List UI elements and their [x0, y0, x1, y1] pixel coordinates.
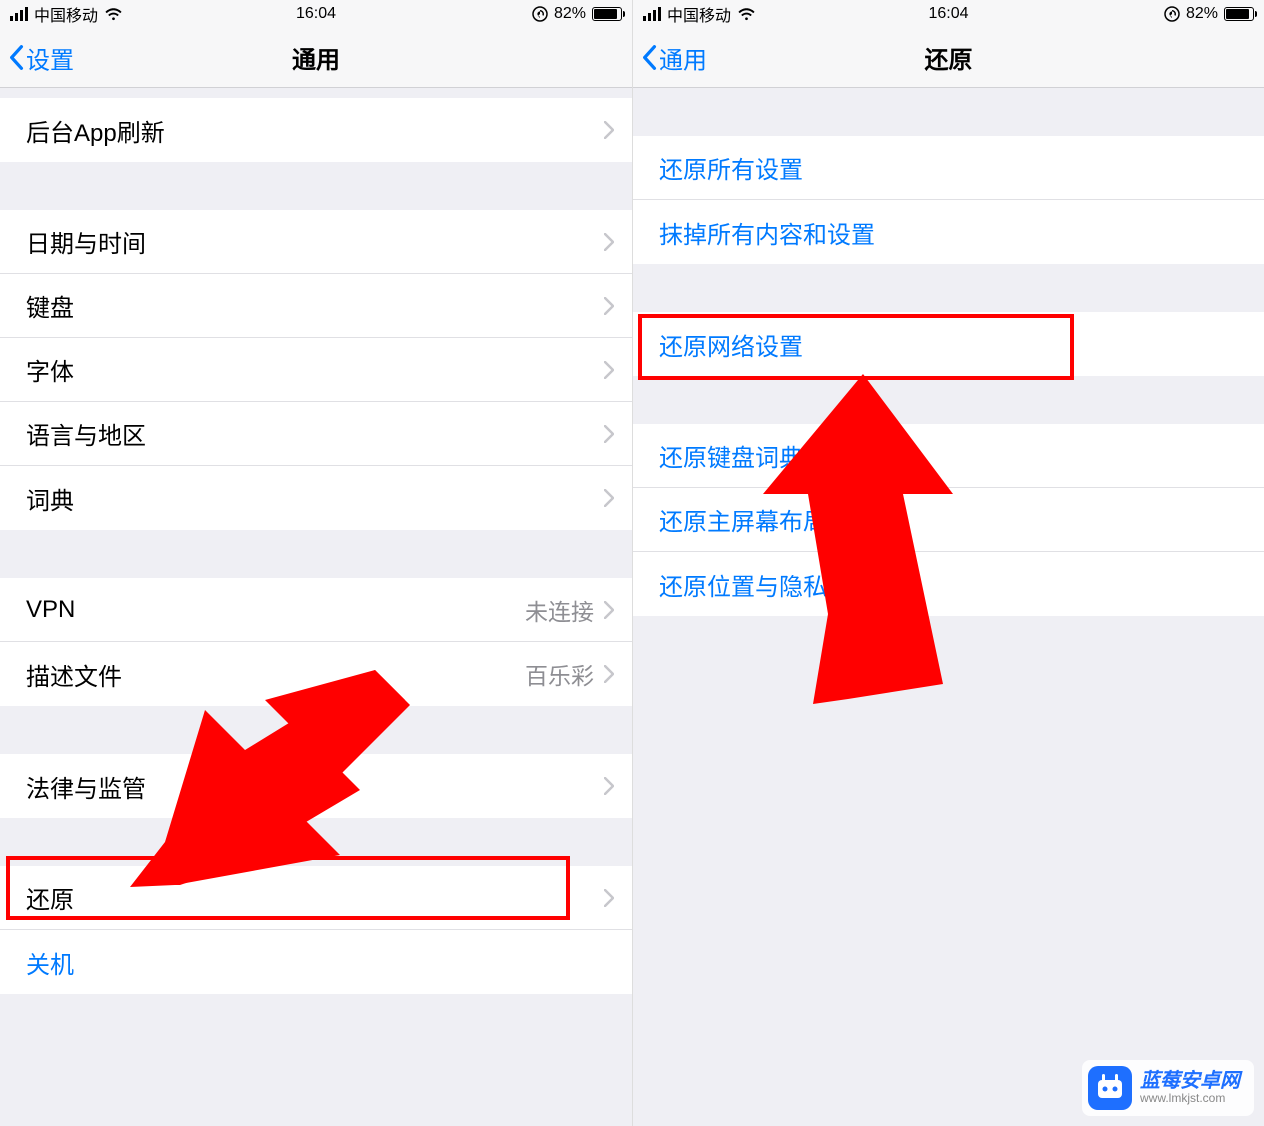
chevron-right-icon [604, 601, 614, 619]
back-button[interactable]: 设置 [8, 40, 74, 75]
signal-icon [643, 7, 661, 21]
watermark: 蓝莓安卓网 www.lmkjst.com [1082, 1060, 1254, 1116]
back-label: 通用 [659, 40, 707, 75]
cell-label: 字体 [26, 352, 74, 387]
battery-icon [1224, 7, 1254, 21]
carrier-label: 中国移动 [667, 2, 731, 26]
cell-label: 还原网络设置 [659, 327, 803, 362]
cell-label: 关机 [26, 945, 74, 980]
cell-label: 还原所有设置 [659, 150, 803, 185]
chevron-right-icon [604, 361, 614, 379]
cell-label: 还原键盘词典 [659, 438, 803, 473]
cell-label: 日期与时间 [26, 224, 146, 259]
chevron-left-icon [8, 45, 24, 71]
battery-pct-label: 82% [1186, 5, 1218, 23]
cell-profiles[interactable]: 描述文件 百乐彩 [0, 642, 632, 706]
chevron-left-icon [641, 45, 657, 71]
wifi-icon [104, 7, 123, 21]
cell-label: 键盘 [26, 288, 74, 323]
cell-vpn[interactable]: VPN 未连接 [0, 578, 632, 642]
cell-label: 还原 [26, 880, 74, 915]
cell-fonts[interactable]: 字体 [0, 338, 632, 402]
cell-reset[interactable]: 还原 [0, 866, 632, 930]
cell-label: 法律与监管 [26, 769, 146, 804]
watermark-title: 蓝莓安卓网 [1140, 1070, 1240, 1092]
chevron-right-icon [604, 665, 614, 683]
cell-reset-keyboard-dict[interactable]: 还原键盘词典 [633, 424, 1264, 488]
orientation-lock-icon [1164, 6, 1180, 22]
cell-reset-all-settings[interactable]: 还原所有设置 [633, 136, 1264, 200]
cell-legal-regulatory[interactable]: 法律与监管 [0, 754, 632, 818]
cell-dictionary[interactable]: 词典 [0, 466, 632, 530]
watermark-url: www.lmkjst.com [1140, 1092, 1240, 1105]
battery-pct-label: 82% [554, 5, 586, 23]
cell-reset-network[interactable]: 还原网络设置 [633, 312, 1264, 376]
chevron-right-icon [604, 425, 614, 443]
chevron-right-icon [604, 777, 614, 795]
page-title: 通用 [292, 40, 340, 75]
screen-general: 中国移动 16:04 82% 设置 通用 [0, 0, 632, 1126]
chevron-right-icon [604, 121, 614, 139]
orientation-lock-icon [532, 6, 548, 22]
time-label: 16:04 [928, 5, 968, 23]
cell-value: 未连接 [525, 593, 594, 627]
chevron-right-icon [604, 233, 614, 251]
cell-label: 词典 [26, 481, 74, 516]
cell-label: 后台App刷新 [26, 113, 165, 148]
cell-label: 描述文件 [26, 657, 122, 692]
cell-reset-location-privacy[interactable]: 还原位置与隐私 [633, 552, 1264, 616]
cell-language-region[interactable]: 语言与地区 [0, 402, 632, 466]
nav-bar: 通用 还原 [633, 28, 1264, 88]
cell-shut-down[interactable]: 关机 [0, 930, 632, 994]
cell-label: 还原位置与隐私 [659, 567, 827, 602]
carrier-label: 中国移动 [34, 2, 98, 26]
status-bar: 中国移动 16:04 82% [0, 0, 632, 28]
status-bar: 中国移动 16:04 82% [633, 0, 1264, 28]
cell-label: 还原主屏幕布局 [659, 502, 827, 537]
page-title: 还原 [925, 40, 973, 75]
back-label: 设置 [26, 40, 74, 75]
chevron-right-icon [604, 489, 614, 507]
cell-value: 百乐彩 [525, 657, 594, 691]
cell-keyboard[interactable]: 键盘 [0, 274, 632, 338]
cell-label: VPN [26, 596, 75, 624]
signal-icon [10, 7, 28, 21]
time-label: 16:04 [296, 5, 336, 23]
cell-label: 抹掉所有内容和设置 [659, 215, 875, 250]
chevron-right-icon [604, 889, 614, 907]
battery-icon [592, 7, 622, 21]
chevron-right-icon [604, 297, 614, 315]
nav-bar: 设置 通用 [0, 28, 632, 88]
cell-label: 语言与地区 [26, 416, 146, 451]
back-button[interactable]: 通用 [641, 40, 707, 75]
wifi-icon [737, 7, 756, 21]
screen-reset: 中国移动 16:04 82% 通用 还原 [632, 0, 1264, 1126]
cell-reset-home-layout[interactable]: 还原主屏幕布局 [633, 488, 1264, 552]
cell-background-app-refresh[interactable]: 后台App刷新 [0, 98, 632, 162]
watermark-logo-icon [1088, 1066, 1132, 1110]
cell-erase-all[interactable]: 抹掉所有内容和设置 [633, 200, 1264, 264]
cell-date-time[interactable]: 日期与时间 [0, 210, 632, 274]
